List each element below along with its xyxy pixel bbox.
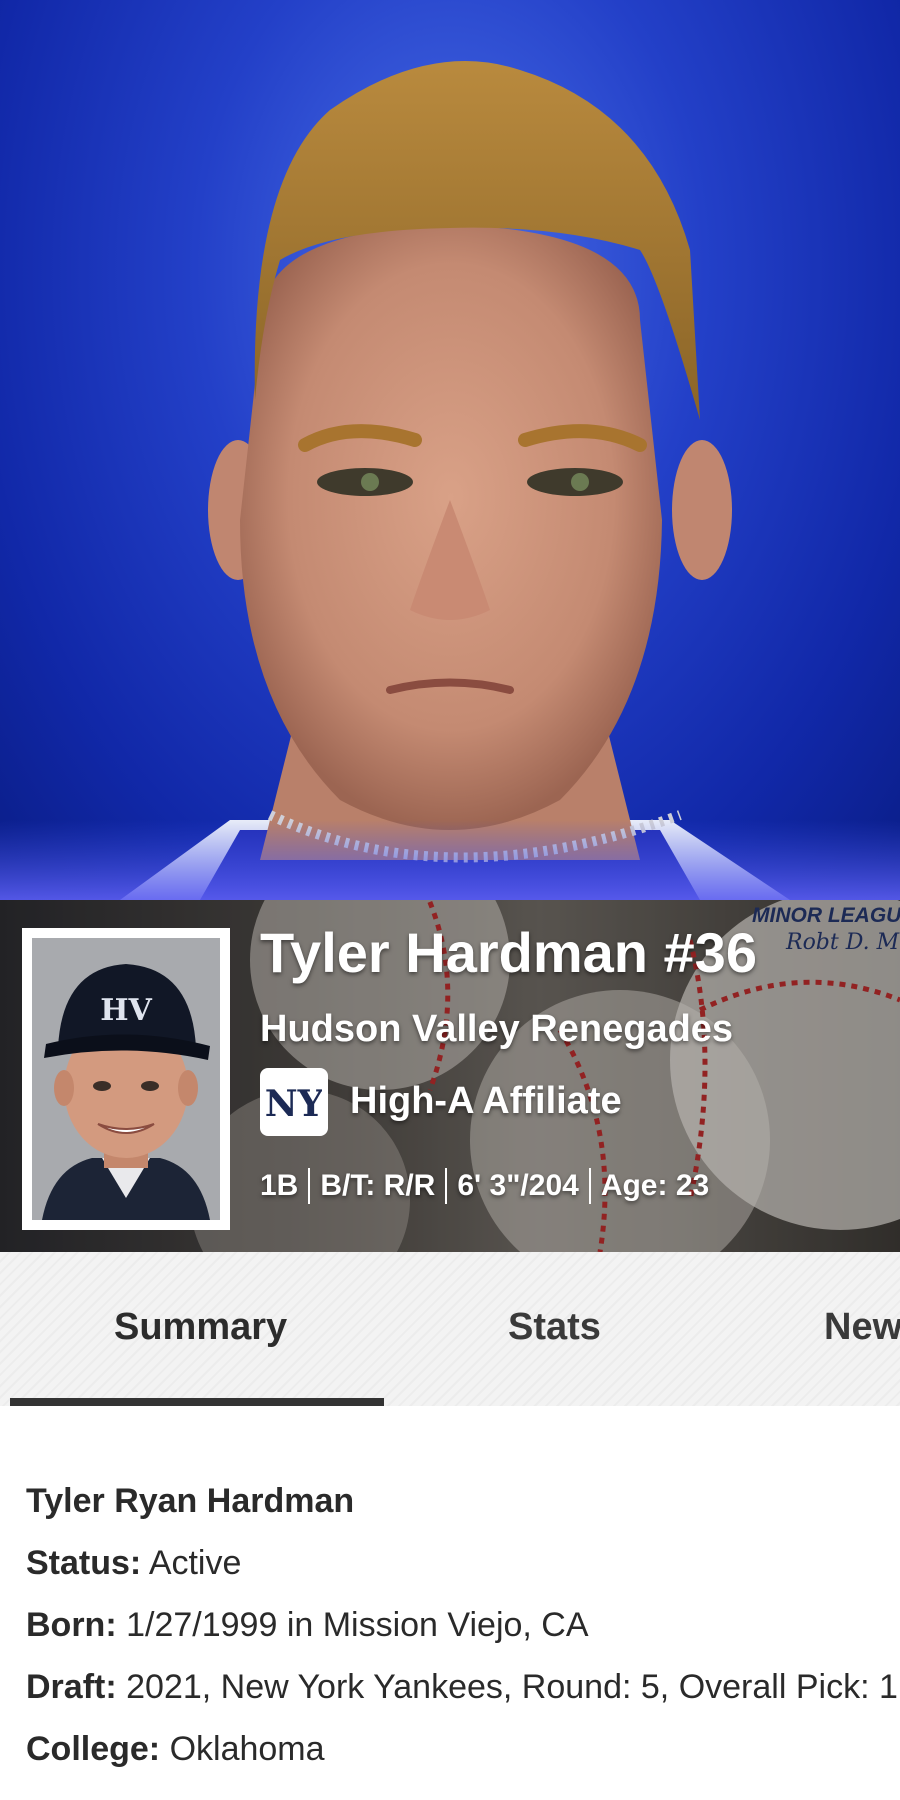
bio-bats-throws: B/T: R/R — [320, 1169, 436, 1202]
tab-summary[interactable]: Summary — [114, 1306, 287, 1349]
bio-position: 1B — [260, 1169, 299, 1202]
player-bio-line: 1B B/T: R/R 6' 3"/204 Age: 23 — [260, 1168, 709, 1204]
player-name: Tyler Hardman #36 — [260, 921, 757, 984]
team-name[interactable]: Hudson Valley Renegades — [260, 1008, 733, 1051]
born-value: 1/27/1999 in Mission Viejo, CA — [126, 1606, 589, 1644]
tab-news[interactable]: New — [824, 1306, 900, 1349]
minor-league-stamp: MINOR LEAGUE — [752, 904, 900, 927]
tab-bar: Summary Stats New — [0, 1252, 900, 1406]
active-tab-indicator — [10, 1398, 384, 1406]
cap-logo: HV — [100, 993, 152, 1028]
status-row: Status: Active — [26, 1532, 900, 1594]
player-headshot: HV — [22, 928, 230, 1230]
ny-logo-glyph: NY — [266, 1083, 322, 1125]
affiliate-label: High-A Affiliate — [350, 1080, 622, 1122]
headshot-illustration: HV — [32, 938, 220, 1220]
player-face-illustration — [0, 61, 900, 900]
draft-value: 2021, New York Yankees, Round: 5, Overal… — [126, 1668, 898, 1706]
svg-text:NY: NY — [266, 1083, 322, 1125]
full-name: Tyler Ryan Hardman — [26, 1482, 355, 1520]
player-portrait — [0, 0, 900, 900]
bio-divider — [308, 1168, 311, 1204]
tab-stats[interactable]: Stats — [508, 1306, 601, 1349]
full-name-row: Tyler Ryan Hardman — [26, 1470, 900, 1532]
bio-height-weight: 6' 3"/204 — [457, 1169, 579, 1202]
college-label: College: — [26, 1730, 161, 1768]
commissioner-signature: Robt D. Mo — [786, 930, 900, 955]
college-row: College: Oklahoma — [26, 1718, 900, 1780]
status-value: Active — [148, 1544, 242, 1582]
college-value: Oklahoma — [169, 1730, 325, 1768]
draft-label: Draft: — [26, 1668, 117, 1706]
yankees-logo-icon[interactable]: NY — [260, 1068, 328, 1136]
draft-row: Draft: 2021, New York Yankees, Round: 5,… — [26, 1656, 900, 1718]
born-row: Born: 1/27/1999 in Mission Viejo, CA — [26, 1594, 900, 1656]
bio-age: Age: 23 — [600, 1169, 710, 1202]
summary-panel: Tyler Ryan Hardman Status: Active Born: … — [26, 1470, 900, 1780]
born-label: Born: — [26, 1606, 117, 1644]
bio-divider — [588, 1168, 591, 1204]
player-banner: MINOR LEAGUE Robt D. Mo HV Tyler Hardman… — [0, 900, 900, 1252]
bio-divider — [445, 1168, 448, 1204]
status-label: Status: — [26, 1544, 142, 1582]
